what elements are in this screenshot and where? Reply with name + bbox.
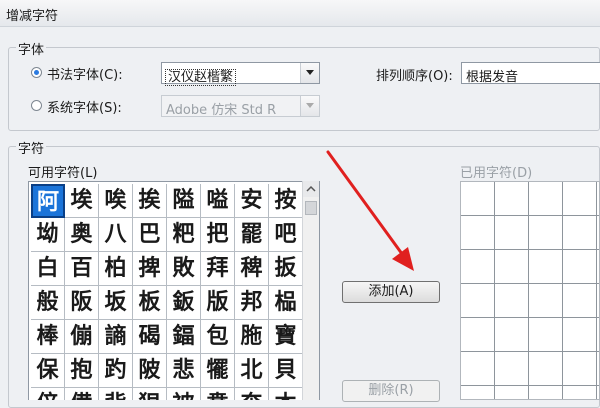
- sort-order-value: 根据发音: [466, 70, 519, 85]
- char-cell[interactable]: 八: [99, 218, 133, 252]
- char-cell[interactable]: 按: [269, 184, 303, 218]
- char-cell[interactable]: 挨: [133, 184, 167, 218]
- char-cell[interactable]: 本: [269, 388, 303, 400]
- chevron-down-icon[interactable]: [300, 63, 319, 83]
- char-cell[interactable]: 吧: [269, 218, 303, 252]
- char-cell[interactable]: 柏: [99, 252, 133, 286]
- add-button[interactable]: 添加(A): [342, 281, 440, 303]
- char-cell[interactable]: 陂: [133, 354, 167, 388]
- char-cell[interactable]: 百: [65, 252, 99, 286]
- calligraphy-font-label: 书法字体(C):: [47, 68, 123, 83]
- sort-order-select[interactable]: 根据发音: [461, 62, 600, 85]
- scroll-up-button[interactable]: [303, 181, 319, 197]
- char-cell[interactable]: 奔: [235, 388, 269, 400]
- available-chars-label: 可用字符(L): [28, 166, 98, 181]
- used-chars-label: 已用字符(D): [460, 166, 533, 181]
- char-cell[interactable]: 巴: [133, 218, 167, 252]
- char-cell[interactable]: 胣: [235, 320, 269, 354]
- used-chars-grid[interactable]: [460, 181, 600, 400]
- calligraphy-font-radio[interactable]: [31, 67, 42, 78]
- char-group-legend: 字符: [16, 138, 47, 157]
- calligraphy-font-select[interactable]: 汉仪赵楷繁: [161, 62, 320, 86]
- char-cell[interactable]: 傰: [65, 320, 99, 354]
- vertical-scrollbar[interactable]: [302, 181, 319, 400]
- char-cell[interactable]: 賁: [201, 388, 235, 400]
- char-cell[interactable]: 坳: [31, 218, 65, 252]
- char-cell[interactable]: 嗌: [201, 184, 235, 218]
- char-cell[interactable]: 榀: [269, 286, 303, 320]
- char-cell[interactable]: 包: [201, 320, 235, 354]
- char-cell[interactable]: 白: [31, 252, 65, 286]
- char-cell[interactable]: 坂: [99, 286, 133, 320]
- char-cell[interactable]: 保: [31, 354, 65, 388]
- char-cell[interactable]: 安: [235, 184, 269, 218]
- char-cell[interactable]: 犤: [201, 354, 235, 388]
- char-cell[interactable]: 悲: [167, 354, 201, 388]
- char-cell[interactable]: 拜: [201, 252, 235, 286]
- char-cell[interactable]: 寶: [269, 320, 303, 354]
- char-cell[interactable]: 邦: [235, 286, 269, 320]
- system-font-value: Adobe 仿宋 Std R: [166, 103, 277, 118]
- char-cell[interactable]: 阪: [65, 286, 99, 320]
- scroll-thumb[interactable]: [305, 201, 317, 215]
- char-cell[interactable]: 粑: [167, 218, 201, 252]
- char-cell[interactable]: 貝: [269, 354, 303, 388]
- char-cell[interactable]: 棒: [31, 320, 65, 354]
- char-cell[interactable]: 唉: [99, 184, 133, 218]
- char-cell[interactable]: 奥: [65, 218, 99, 252]
- chevron-down-icon[interactable]: [300, 96, 319, 116]
- title-bar: 增减字符: [0, 0, 600, 27]
- char-cell[interactable]: 般: [31, 286, 65, 320]
- char-cell[interactable]: 被: [167, 388, 201, 400]
- char-cell[interactable]: 謪: [99, 320, 133, 354]
- char-cell[interactable]: 隘: [167, 184, 201, 218]
- char-cell[interactable]: 狽: [133, 388, 167, 400]
- sort-order-label: 排列顺序(O):: [376, 69, 453, 84]
- char-cell[interactable]: 把: [201, 218, 235, 252]
- chevron-up-icon: [306, 185, 316, 192]
- char-cell[interactable]: 版: [201, 286, 235, 320]
- char-cell[interactable]: 敗: [167, 252, 201, 286]
- char-cell[interactable]: 北: [235, 354, 269, 388]
- system-font-radio[interactable]: [31, 100, 42, 111]
- available-chars-grid[interactable]: 阿埃唉挨隘嗌安按坳奥八巴粑把罷吧白百柏捭敗拜稗扳般阪坂板鈑版邦榀棒傰謪碣鍢包胣寶…: [28, 181, 320, 400]
- char-cell[interactable]: 碣: [133, 320, 167, 354]
- system-font-select[interactable]: Adobe 仿宋 Std R: [161, 95, 320, 118]
- char-cell[interactable]: 趵: [99, 354, 133, 388]
- char-cell[interactable]: 鈑: [167, 286, 201, 320]
- char-cell[interactable]: 倍: [31, 388, 65, 400]
- char-cell[interactable]: 背: [99, 388, 133, 400]
- char-cell[interactable]: 稗: [235, 252, 269, 286]
- char-cell[interactable]: 扳: [269, 252, 303, 286]
- char-cell[interactable]: 阿: [31, 184, 65, 218]
- char-cell[interactable]: 抱: [65, 354, 99, 388]
- system-font-label: 系统字体(S):: [47, 101, 122, 116]
- char-cell[interactable]: 板: [133, 286, 167, 320]
- char-cell[interactable]: 捭: [133, 252, 167, 286]
- font-group: [8, 47, 600, 131]
- char-cell[interactable]: 罷: [235, 218, 269, 252]
- char-cell[interactable]: 埃: [65, 184, 99, 218]
- window-title: 增减字符: [6, 9, 59, 24]
- char-cell[interactable]: 備: [65, 388, 99, 400]
- delete-button[interactable]: 删除(R): [342, 380, 440, 402]
- font-group-legend: 字体: [16, 39, 47, 58]
- char-cell[interactable]: 鍢: [167, 320, 201, 354]
- calligraphy-font-value: 汉仪赵楷繁: [164, 69, 237, 86]
